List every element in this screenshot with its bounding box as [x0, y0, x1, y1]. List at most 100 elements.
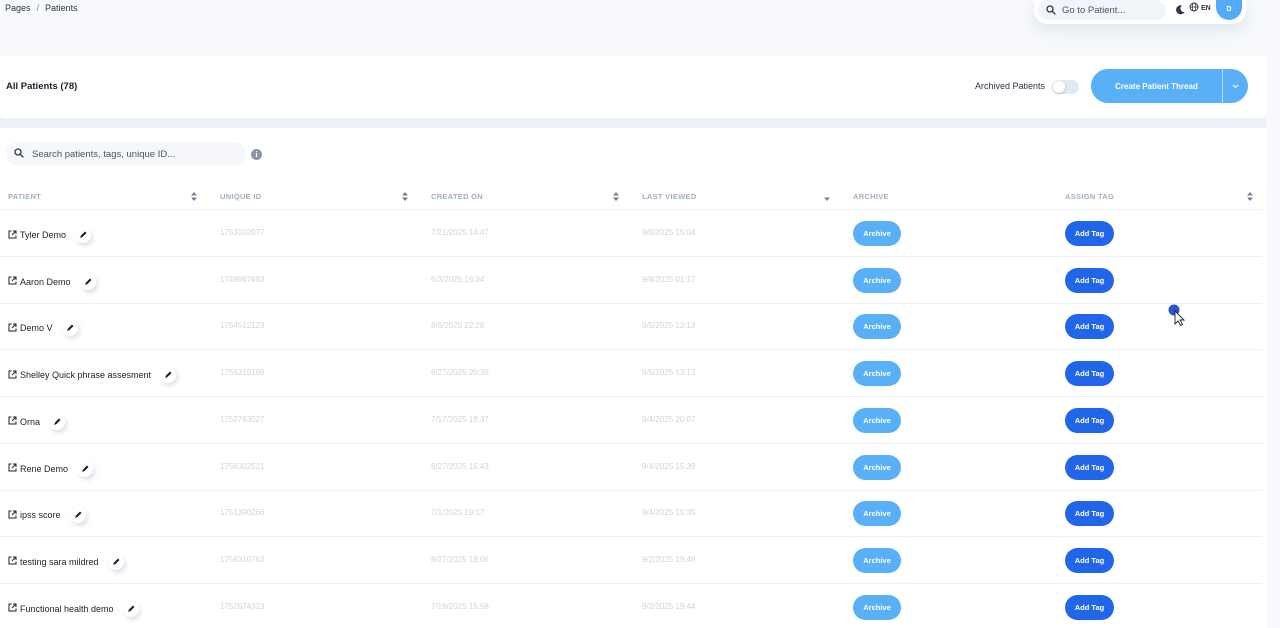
edit-pencil-icon[interactable]	[77, 461, 93, 477]
patient-name[interactable]: Demo V	[20, 323, 53, 333]
created-on-cell: 6/3/2025 16:34	[431, 274, 485, 284]
external-link-icon[interactable]	[8, 416, 17, 427]
edit-pencil-icon[interactable]	[80, 274, 96, 290]
patient-name-cell: Orna	[8, 414, 65, 430]
external-link-icon[interactable]	[8, 370, 17, 381]
patient-search-bar	[6, 142, 246, 166]
create-patient-thread-label: Create Patient Thread	[1115, 81, 1198, 91]
created-on-cell: 7/16/2025 15:58	[431, 601, 489, 611]
patient-name-cell: ipss score	[8, 507, 86, 523]
external-link-icon[interactable]	[8, 230, 17, 241]
column-header-patient[interactable]: PATIENT	[8, 192, 41, 201]
patient-name-cell: Shelley Quick phrase assesment	[8, 367, 176, 383]
sort-icon[interactable]	[402, 192, 408, 201]
column-header-archive: ARCHIVE	[853, 192, 889, 201]
archive-button[interactable]: Archive	[853, 547, 901, 573]
archive-button[interactable]: Archive	[853, 314, 901, 340]
patient-name[interactable]: testing sara mildred	[20, 557, 99, 567]
add-tag-button[interactable]: Add Tag	[1065, 267, 1114, 293]
unique-id-cell: 1756319186	[220, 368, 265, 378]
chevron-down-icon[interactable]	[1223, 84, 1248, 89]
edit-pencil-icon[interactable]	[49, 414, 65, 430]
patient-name[interactable]: Rene Demo	[20, 464, 68, 474]
created-on-cell: 7/17/2025 18:37	[431, 414, 489, 424]
external-link-icon[interactable]	[8, 276, 17, 287]
language-selector[interactable]: EN	[1189, 2, 1211, 14]
add-tag-button[interactable]: Add Tag	[1065, 454, 1114, 480]
created-on-cell: 7/1/2025 19:17	[431, 508, 485, 518]
moon-icon[interactable]	[1174, 3, 1186, 15]
avatar[interactable]: D	[1216, 0, 1242, 20]
last-viewed-cell: 9/4/2025 15:35	[642, 508, 696, 518]
column-header-last-viewed[interactable]: LAST VIEWED	[642, 192, 697, 201]
patient-search-input[interactable]	[32, 148, 232, 160]
external-link-icon[interactable]	[8, 603, 17, 614]
add-tag-button[interactable]: Add Tag	[1065, 407, 1114, 433]
last-viewed-cell: 9/5/2025 13:13	[642, 368, 696, 378]
sort-icon[interactable]	[191, 192, 197, 201]
edit-pencil-icon[interactable]	[62, 320, 78, 336]
archive-button[interactable]: Archive	[853, 594, 901, 620]
archive-button[interactable]: Archive	[853, 361, 901, 387]
created-on-cell: 8/27/2025 15:43	[431, 461, 489, 471]
unique-id-cell: 1756310763	[220, 554, 265, 564]
unique-id-cell: 1751390266	[220, 508, 265, 518]
last-viewed-cell: 9/2/2025 19:48	[642, 554, 696, 564]
info-icon[interactable]: i	[251, 149, 262, 160]
patient-name-cell: Functional health demo	[8, 601, 139, 617]
edit-pencil-icon[interactable]	[70, 507, 86, 523]
external-link-icon[interactable]	[8, 556, 17, 567]
goto-patient-placeholder: Go to Patient...	[1062, 4, 1126, 16]
last-viewed-cell: 9/5/2025 13:13	[642, 321, 696, 331]
breadcrumb-pages[interactable]: Pages	[5, 3, 31, 13]
search-icon	[14, 145, 24, 163]
archive-button[interactable]: Archive	[853, 407, 901, 433]
topbar: Pages / Patients Go to Patient... EN D	[0, 0, 1280, 40]
last-viewed-cell: 9/8/2025 01:17	[642, 274, 696, 284]
last-viewed-cell: 9/4/2025 15:39	[642, 461, 696, 471]
created-on-cell: 8/27/2025 18:06	[431, 554, 489, 564]
external-link-icon[interactable]	[8, 463, 17, 474]
table-row: Orna 1752783027 7/17/2025 18:37 9/4/2025 20…	[0, 397, 1262, 444]
language-code: EN	[1201, 4, 1211, 12]
table-header: PATIENT UNIQUE ID CREATED ON LAST VIEWED…	[0, 182, 1262, 210]
edit-pencil-icon[interactable]	[108, 554, 124, 570]
created-on-cell: 8/6/2025 22:28	[431, 321, 485, 331]
edit-pencil-icon[interactable]	[75, 227, 91, 243]
patient-name[interactable]: ipss score	[20, 510, 61, 520]
sort-icon[interactable]	[1247, 192, 1253, 201]
table-row: testing sara mildred 1756310763 8/27/2025 …	[0, 537, 1262, 584]
patient-name[interactable]: Shelley Quick phrase assesment	[20, 370, 151, 380]
column-header-unique-id[interactable]: UNIQUE ID	[220, 192, 261, 201]
patient-name[interactable]: Aaron Demo	[20, 277, 71, 287]
edit-pencil-icon[interactable]	[160, 367, 176, 383]
archive-button[interactable]: Archive	[853, 267, 901, 293]
archive-button[interactable]: Archive	[853, 501, 901, 527]
add-tag-button[interactable]: Add Tag	[1065, 594, 1114, 620]
table-row: Functional health demo 1752674323 7/16/202…	[0, 584, 1262, 628]
create-patient-thread-button[interactable]: Create Patient Thread	[1091, 69, 1248, 103]
edit-pencil-icon[interactable]	[123, 601, 139, 617]
goto-patient-search[interactable]: Go to Patient...	[1038, 0, 1166, 20]
column-header-assign-tag[interactable]: ASSIGN TAG	[1065, 192, 1114, 201]
add-tag-button[interactable]: Add Tag	[1065, 501, 1114, 527]
patient-name[interactable]: Orna	[20, 417, 40, 427]
external-link-icon[interactable]	[8, 510, 17, 521]
sort-icon[interactable]	[613, 192, 619, 201]
sort-desc-icon[interactable]	[824, 192, 830, 201]
archived-patients-toggle[interactable]	[1052, 80, 1079, 94]
breadcrumb-current: Patients	[45, 3, 78, 13]
patient-name-cell: Aaron Demo	[8, 274, 96, 290]
column-header-created-on[interactable]: CREATED ON	[431, 192, 483, 201]
add-tag-button[interactable]: Add Tag	[1065, 547, 1114, 573]
patient-name[interactable]: Tyler Demo	[20, 230, 66, 240]
archive-button[interactable]: Archive	[853, 221, 901, 246]
archive-button[interactable]: Archive	[853, 454, 901, 480]
last-viewed-cell: 9/2/2025 19:44	[642, 601, 696, 611]
patient-name[interactable]: Functional health demo	[20, 604, 114, 614]
external-link-icon[interactable]	[8, 323, 17, 334]
add-tag-button[interactable]: Add Tag	[1065, 221, 1114, 246]
add-tag-button[interactable]: Add Tag	[1065, 314, 1114, 340]
globe-icon	[1189, 2, 1199, 14]
add-tag-button[interactable]: Add Tag	[1065, 361, 1114, 387]
